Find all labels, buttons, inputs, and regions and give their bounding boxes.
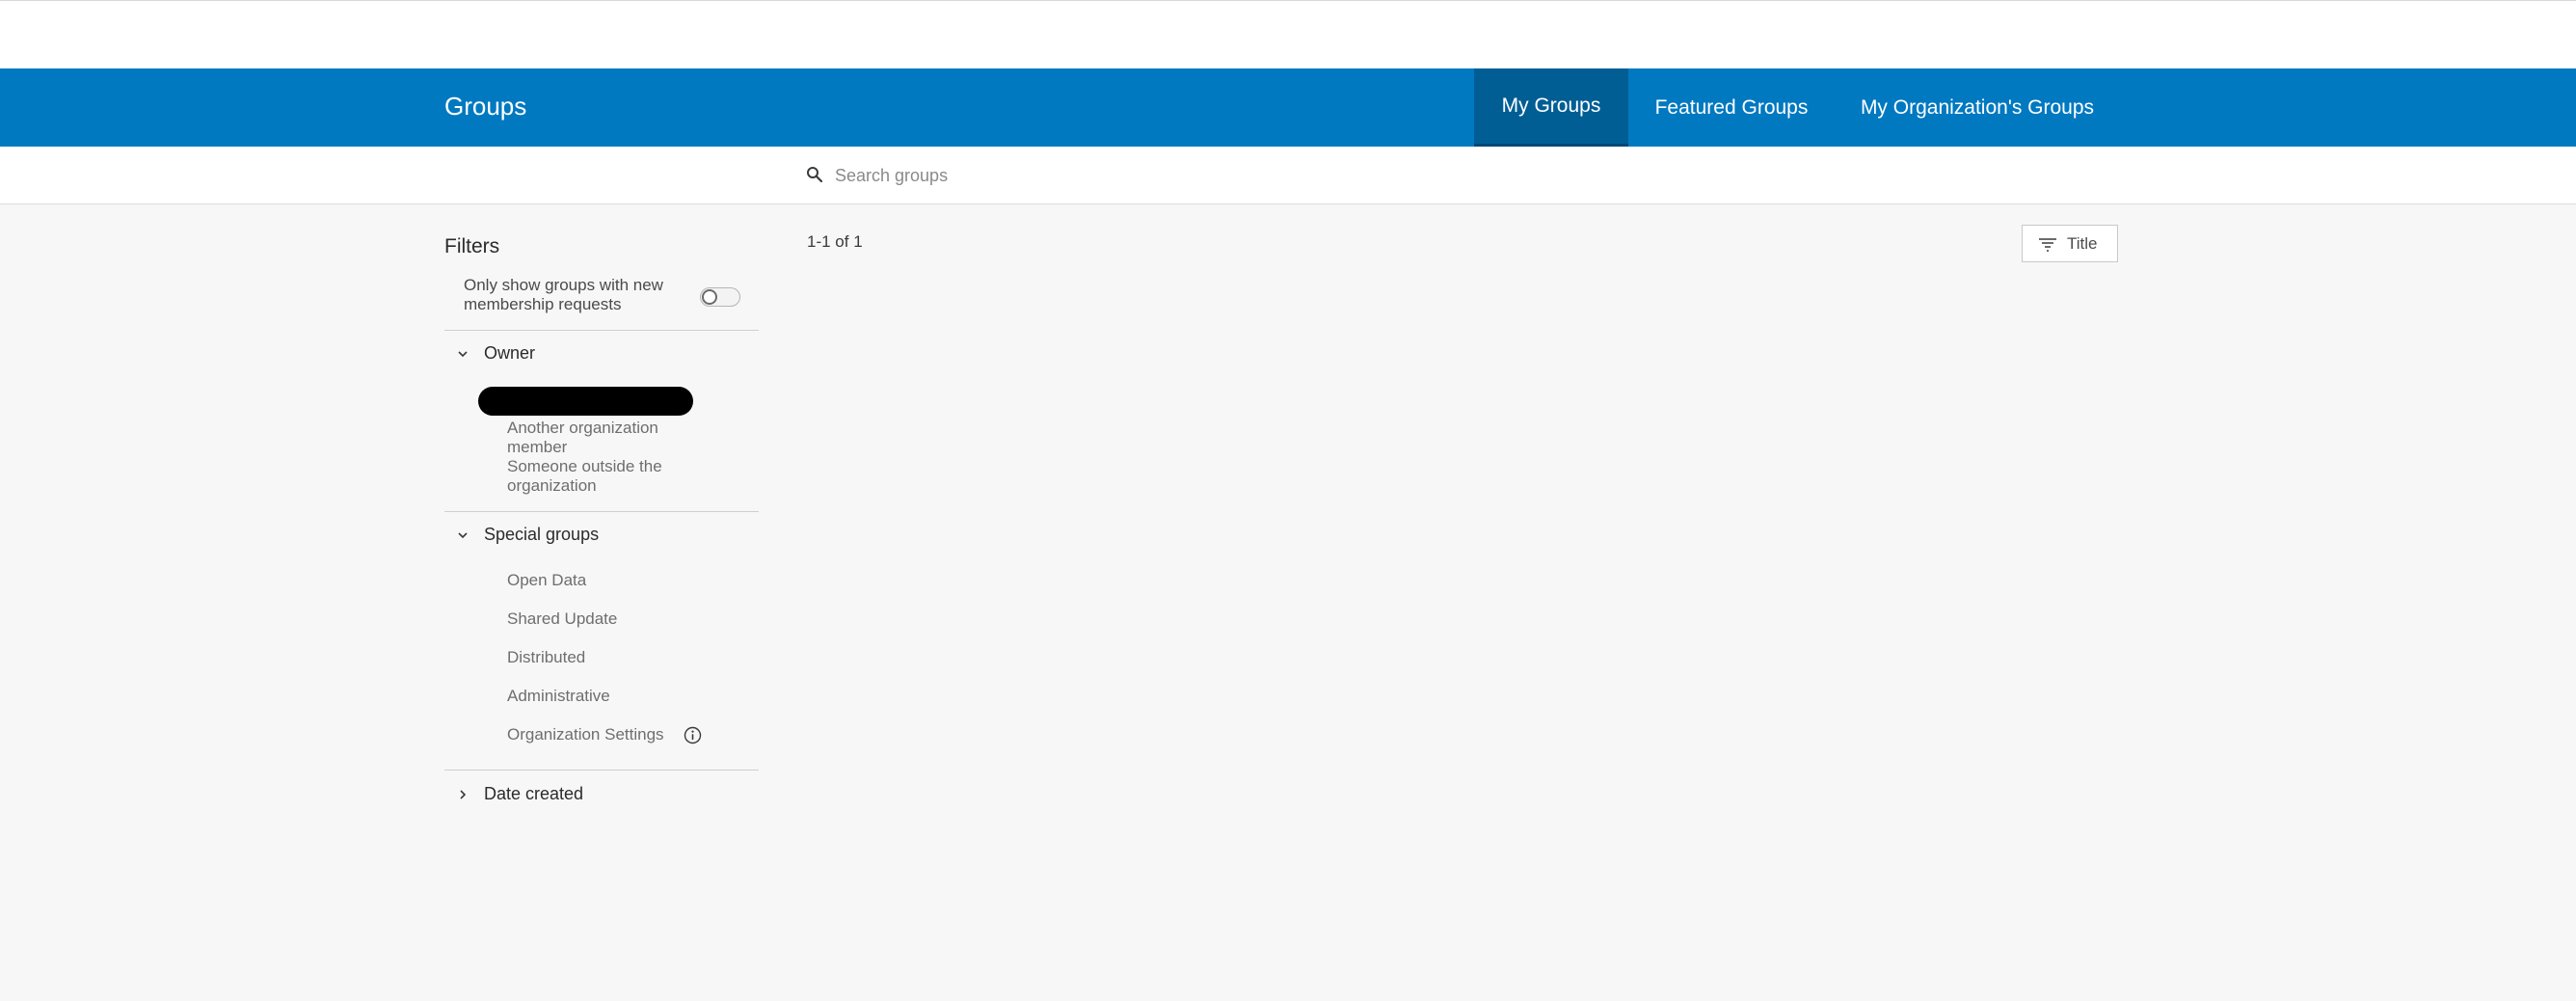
chevron-right-icon: [460, 789, 467, 799]
tab-my-organizations-groups[interactable]: My Organization's Groups: [1835, 68, 2120, 147]
membership-requests-label: Only show groups with new membership req…: [464, 276, 663, 313]
tab-label: My Groups: [1501, 95, 1601, 117]
info-icon[interactable]: [684, 726, 702, 744]
special-option-shared-update[interactable]: Shared Update: [507, 609, 617, 629]
divider: [444, 511, 759, 512]
page-title: Groups: [444, 92, 527, 121]
chevron-down-icon: [458, 531, 468, 538]
owner-option-outside-org[interactable]: Someone outside the organization: [507, 457, 700, 496]
special-groups-section-toggle[interactable]: Special groups: [455, 525, 599, 545]
sort-icon: [2039, 237, 2056, 252]
toggle-knob: [702, 289, 717, 305]
special-option-distributed[interactable]: Distributed: [507, 648, 585, 667]
date-created-section-toggle[interactable]: Date created: [455, 784, 583, 804]
divider: [444, 770, 759, 771]
owner-section-toggle[interactable]: Owner: [455, 343, 535, 364]
chevron-down-icon: [458, 350, 468, 357]
membership-requests-toggle[interactable]: [700, 287, 740, 307]
owner-option-org-member[interactable]: Another organization member: [507, 419, 700, 457]
top-navigation-bar: [0, 0, 2576, 68]
results-count: 1-1 of 1: [807, 232, 863, 251]
tab-my-groups[interactable]: My Groups: [1474, 68, 1628, 147]
special-option-organization-settings[interactable]: Organization Settings: [507, 725, 664, 744]
date-created-section-label: Date created: [484, 784, 584, 803]
special-groups-section-label: Special groups: [484, 525, 600, 544]
groups-header: Groups My Groups Featured Groups My Orga…: [0, 68, 2576, 147]
search-icon: [807, 167, 823, 183]
tab-label: Featured Groups: [1654, 95, 1809, 119]
sort-label: Title: [2067, 233, 2098, 253]
special-option-administrative[interactable]: Administrative: [507, 687, 610, 706]
redacted-owner-option[interactable]: [478, 387, 693, 416]
search-input[interactable]: [835, 158, 1703, 193]
owner-section-label: Owner: [484, 343, 536, 363]
special-option-open-data[interactable]: Open Data: [507, 571, 586, 590]
divider: [444, 330, 759, 331]
search-bar: [0, 147, 2576, 204]
filters-title: Filters: [444, 235, 500, 257]
sort-button[interactable]: Title: [2022, 225, 2118, 262]
tab-featured-groups[interactable]: Featured Groups: [1628, 68, 1835, 147]
tab-label: My Organization's Groups: [1860, 95, 2095, 119]
